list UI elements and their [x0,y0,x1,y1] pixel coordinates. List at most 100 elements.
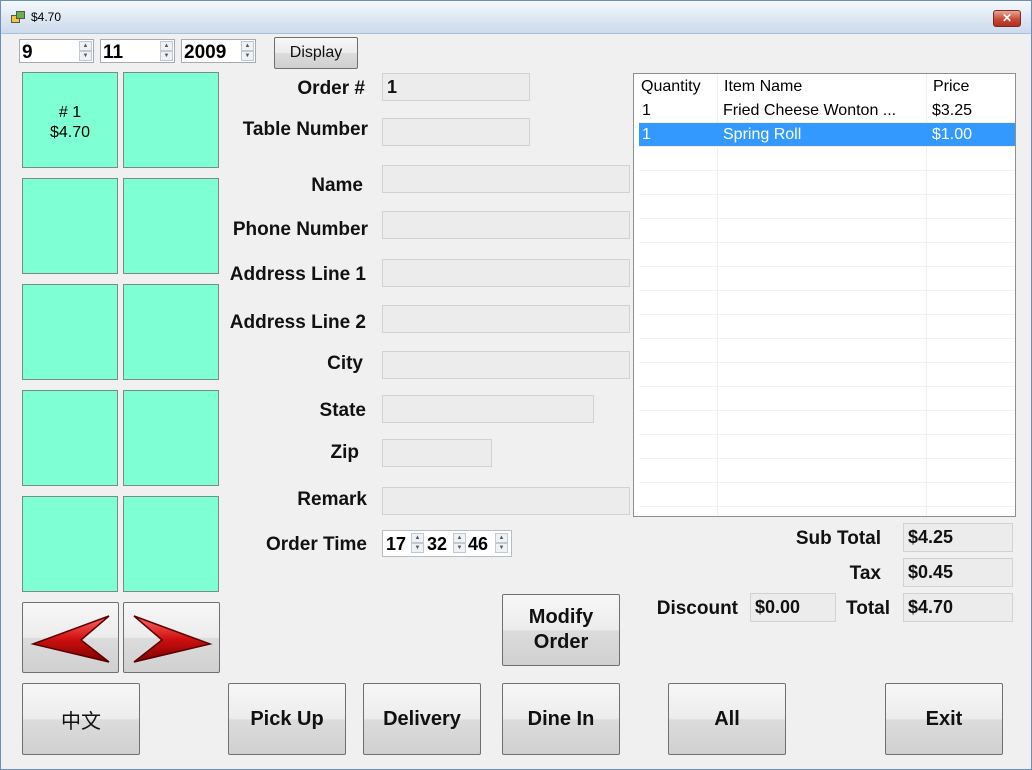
order-tile[interactable] [22,284,118,380]
spin-down-icon[interactable]: ▼ [411,543,424,553]
app-icon [11,11,25,23]
table-row-empty [639,195,1015,219]
spin-down-icon[interactable]: ▼ [495,543,508,553]
table-row-empty [639,291,1015,315]
spin-up-icon[interactable]: ▲ [79,41,92,51]
name-label: Name [311,175,363,196]
language-chinese-button[interactable]: 中文 [22,683,140,755]
row-quantity: 1 [642,126,651,143]
spin-up-icon[interactable]: ▲ [495,533,508,543]
table-row-empty [639,339,1015,363]
table-number-label: Table Number [242,119,368,140]
spin-up-icon[interactable]: ▲ [241,41,254,51]
order-tile[interactable] [123,496,219,592]
spin-down-icon[interactable]: ▼ [453,543,466,553]
total-value: $4.70 [908,597,954,617]
table-row-empty [639,219,1015,243]
total-label: Total [846,598,890,619]
column-header-price[interactable]: Price [926,74,1014,98]
discount-label: Discount [656,598,738,619]
order-time-label: Order Time [265,534,367,555]
day-value: 11 [103,42,124,63]
zip-label: Zip [330,442,360,463]
total-field: $4.70 [903,593,1013,622]
month-spinner[interactable]: 9 ▲ ▼ [19,39,94,63]
close-window-button[interactable]: ✕ [993,10,1021,27]
previous-page-button[interactable] [22,602,119,673]
row-price: $1.00 [932,126,973,143]
spin-up-icon[interactable]: ▲ [453,533,466,543]
spin-up-icon[interactable]: ▲ [160,41,173,51]
arrow-left-icon [29,614,109,663]
table-row-empty [639,363,1015,387]
column-header-quantity[interactable]: Quantity [634,74,716,98]
order-tile[interactable] [123,178,219,274]
tile-order-number: # 1 [58,104,82,121]
order-number-field: 1 [382,73,530,101]
spin-down-icon[interactable]: ▼ [79,51,92,61]
phone-number-label: Phone Number [232,219,368,240]
table-row-empty [639,147,1015,171]
table-row-empty [639,171,1015,195]
day-spinner[interactable]: 11 ▲ ▼ [100,39,175,63]
state-label: State [319,400,366,421]
row-quantity: 1 [642,102,651,119]
tax-label: Tax [849,563,881,584]
remark-field[interactable] [382,487,630,515]
subtotal-field: $4.25 [903,523,1013,552]
display-button[interactable]: Display [274,37,358,69]
year-value: 2009 [184,42,227,63]
city-field[interactable] [382,351,630,379]
discount-field[interactable]: $0.00 [750,593,836,622]
order-items-grid[interactable]: Quantity Item Name Price 1 Fried Cheese … [633,73,1016,517]
address-line-1-field[interactable] [382,259,630,287]
order-time-hour: 17 [386,534,407,554]
all-button[interactable]: All [668,683,786,755]
tax-field: $0.45 [903,558,1013,587]
arrow-right-icon [133,614,213,663]
delivery-button[interactable]: Delivery [363,683,481,755]
year-spinner[interactable]: 2009 ▲ ▼ [181,39,256,63]
close-icon: ✕ [1001,11,1013,25]
order-time-picker[interactable]: 17 ▲ ▼ 32 ▲ ▼ 46 ▲ ▼ [382,530,512,557]
city-label: City [327,353,363,374]
order-time-minute: 32 [427,534,448,554]
table-row-empty [639,243,1015,267]
modify-order-button[interactable]: Modify Order [502,594,620,666]
column-header-item-name[interactable]: Item Name [717,74,925,98]
table-row-empty [639,267,1015,291]
subtotal-label: Sub Total [795,528,881,549]
phone-number-field[interactable] [382,211,630,239]
order-tile[interactable]: # 1 $4.70 [22,72,118,168]
name-field[interactable] [382,165,630,193]
order-tile[interactable] [123,390,219,486]
address-line-2-field[interactable] [382,305,630,333]
table-number-field[interactable] [382,118,530,146]
remark-label: Remark [297,489,367,510]
zip-field[interactable] [382,439,492,467]
order-tile[interactable] [22,178,118,274]
tile-amount: $4.70 [49,124,91,141]
table-row-empty [639,459,1015,483]
order-tile[interactable] [123,284,219,380]
row-price: $3.25 [932,102,973,119]
order-tile[interactable] [123,72,219,168]
order-tile[interactable] [22,496,118,592]
table-row-empty [639,387,1015,411]
exit-button[interactable]: Exit [885,683,1003,755]
next-page-button[interactable] [123,602,220,673]
state-field[interactable] [382,395,594,423]
address-line-2-label: Address Line 2 [229,312,366,333]
row-item-name: Fried Cheese Wonton ... [723,102,897,119]
table-row-empty [639,315,1015,339]
pick-up-button[interactable]: Pick Up [228,683,346,755]
dine-in-button[interactable]: Dine In [502,683,620,755]
spin-down-icon[interactable]: ▼ [241,51,254,61]
table-row-empty [639,411,1015,435]
table-row-selected[interactable]: 1 Spring Roll $1.00 [639,123,1015,147]
spin-down-icon[interactable]: ▼ [160,51,173,61]
spin-up-icon[interactable]: ▲ [411,533,424,543]
row-item-name: Spring Roll [723,126,802,143]
order-tile[interactable] [22,390,118,486]
table-row[interactable]: 1 Fried Cheese Wonton ... $3.25 [639,99,1015,123]
